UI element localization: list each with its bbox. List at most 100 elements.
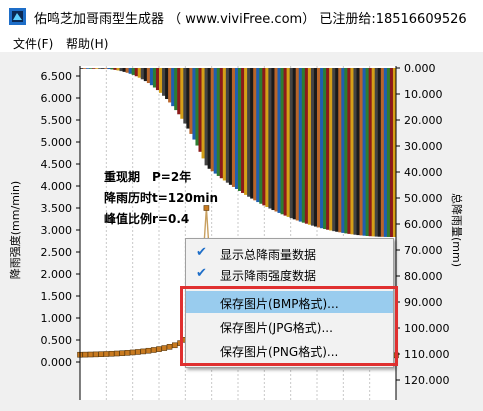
rainfall-bar [368,68,373,237]
rainfall-bar [277,68,281,213]
rainfall-bar [298,68,303,222]
rainfall-bar [125,68,130,73]
intensity-marker [114,350,120,357]
rainfall-bar [247,68,251,197]
right-tick-label: 20.000 [404,114,443,127]
rainfall-bar [165,68,169,100]
rainfall-bar [83,68,87,69]
rainfall-bar [389,68,394,237]
rainfall-bar [119,68,123,72]
rainfall-bar [295,68,300,221]
left-tick-label: 1.000 [41,312,73,325]
rainfall-bar [271,68,275,211]
left-tick-label: 0.000 [41,356,73,369]
rainfall-bar [98,68,102,69]
rainfall-bar [377,68,382,237]
rainfall-bar [89,68,93,69]
right-tick-label: 70.000 [404,244,443,257]
intensity-marker [108,350,115,357]
left-tick-label: 0.500 [41,334,73,347]
rainfall-bar [320,68,324,229]
left-tick-label: 4.500 [41,158,73,171]
rainfall-bar [225,68,230,183]
rainfall-bar [256,68,260,203]
annotation-period: 重现期 P=2年 [104,170,192,184]
rainfall-bar [159,68,163,93]
rainfall-bar [183,68,187,124]
rainfall-bar [359,68,363,236]
menu-item-show-intensity[interactable]: ✔ 显示降雨强度数据 [186,263,393,285]
right-tick-label: 80.000 [404,270,443,283]
rainfall-bar [149,68,154,86]
rainfall-bar [283,68,288,216]
intensity-marker [145,347,152,354]
rainfall-bar [231,68,236,187]
rainfall-bar [228,68,233,185]
menu-help[interactable]: 帮助(H) [66,35,108,52]
intensity-marker [161,345,168,351]
rainfall-bar [128,68,133,74]
rainfall-bar [104,68,108,69]
rainfall-bar [186,68,190,129]
rainfall-bar [189,68,193,134]
rainfall-bar [356,68,360,236]
rainfall-bar [80,68,84,69]
intensity-marker [98,351,104,357]
rainfall-bar [253,68,257,201]
left-tick-label: 6.000 [41,92,73,105]
rainfall-bar [219,68,224,179]
right-tick-label: 0.000 [404,62,436,75]
left-tick-label: 5.500 [41,114,73,127]
intensity-marker [166,344,173,350]
rainfall-bar [177,68,181,115]
rainfall-bar [350,68,354,235]
rainfall-bar [137,68,142,78]
rainfall-bar [207,68,212,169]
intensity-marker [150,347,157,353]
left-axis-ticks: 6.500 6.000 5.500 5.000 4.500 4.000 3.500 3.000… [41,70,80,369]
rainfall-bar [292,68,297,220]
rainfall-bar [371,68,376,237]
right-tick-label: 30.000 [404,140,443,153]
rainfall-bar [238,68,242,191]
rainfall-bar [86,68,90,69]
rainfall-bar [122,68,126,72]
rainfall-bar [222,68,227,181]
rainfall-bar [92,68,96,69]
rainfall-bar [143,68,148,82]
left-tick-label: 5.000 [41,136,73,149]
rainfall-bar [234,68,239,189]
rainfall-bar [353,68,357,235]
rainfall-bar [323,68,327,230]
menu-bar: 文件(F) 帮助(H) [0,32,483,52]
menu-file[interactable]: 文件(F) [13,35,53,52]
rainfall-bar [152,68,157,88]
rainfall-bar [332,68,336,232]
rainfall-bar [171,68,175,107]
menu-item-show-total-rainfall[interactable]: ✔ 显示总降雨量数据 [186,242,393,264]
rainfall-bar [286,68,291,217]
rainfall-bar [274,68,278,212]
intensity-marker [87,351,94,358]
rainfall-bar [344,68,348,234]
rainfall-bar [313,68,318,227]
intensity-marker [119,350,125,357]
rainfall-bar [162,68,166,96]
right-tick-label: 110.000 [404,348,450,361]
right-tick-label: 50.000 [404,192,443,205]
annotation-duration: 降雨历时t=120min [104,191,219,205]
rainfall-bar [210,68,215,172]
rainfall-bar [338,68,342,233]
right-axis-label: 总降雨量(mm) [450,192,464,268]
rainfall-bar [244,68,248,195]
left-tick-label: 6.500 [41,70,73,83]
checkmark-icon: ✔ [196,245,207,260]
rainfall-bar [262,68,266,206]
rainfall-bar [195,68,199,146]
app-icon [9,8,26,25]
intensity-marker [156,346,162,352]
right-tick-label: 10.000 [404,88,443,101]
right-tick-label: 100.000 [404,322,450,335]
rainfall-bar [362,68,367,236]
intensity-marker [129,349,136,356]
